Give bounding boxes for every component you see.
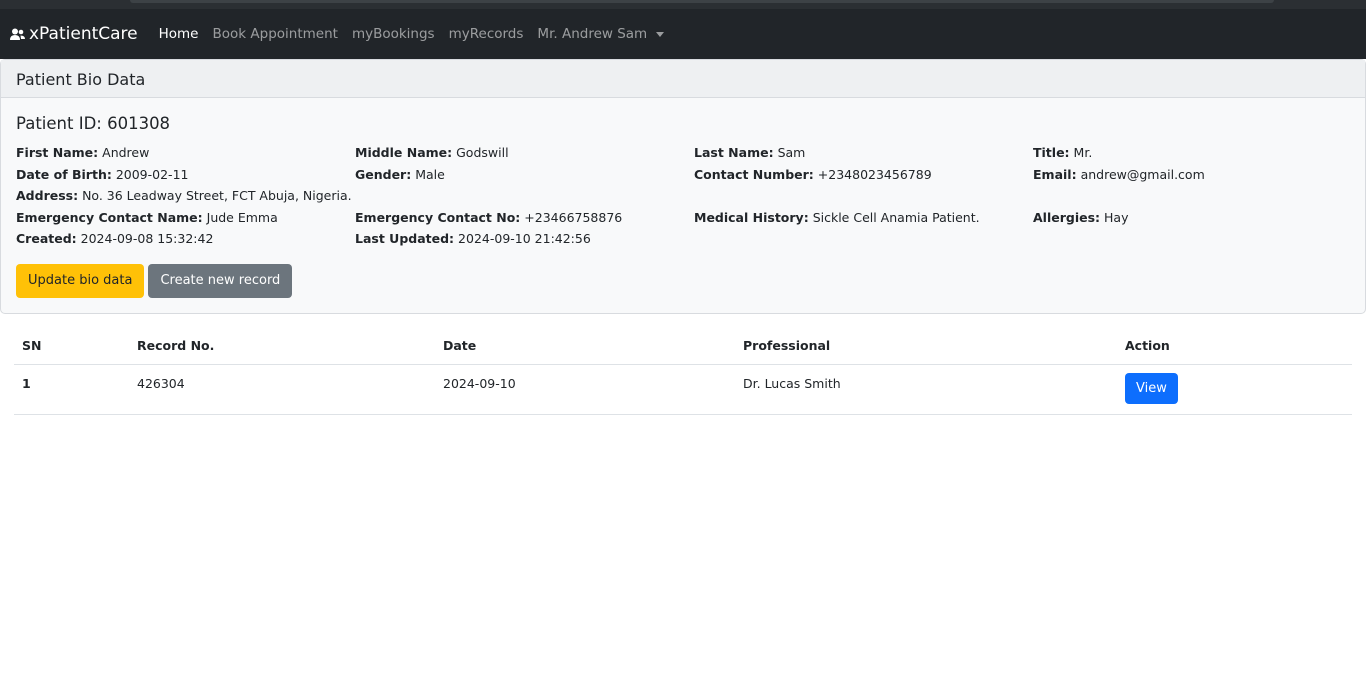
field-emergency-name: Emergency Contact Name: Jude Emma — [16, 209, 355, 227]
field-medical-history: Medical History: Sickle Cell Anamia Pati… — [694, 209, 1033, 227]
field-label: Last Name: — [694, 145, 774, 160]
update-bio-data-button[interactable]: Update bio data — [16, 263, 145, 298]
brand-label: xPatientCare — [29, 24, 138, 44]
records-table: SN Record No. Date Professional Action 1… — [14, 326, 1352, 415]
field-value: +2348023456789 — [817, 166, 932, 182]
field-value: Mr. — [1073, 145, 1093, 160]
field-value: 2024-09-08 15:32:42 — [80, 231, 214, 246]
field-middle-name: Middle Name: Godswill — [355, 144, 694, 162]
field-created: Created: 2024-09-08 15:32:42 — [16, 230, 355, 248]
field-label: Medical History: — [694, 209, 809, 225]
view-button[interactable]: View — [1125, 373, 1178, 404]
field-value: Sam — [777, 145, 806, 160]
field-value: Sickle Cell Anamia Patient. — [812, 209, 980, 225]
col-sn: SN — [14, 326, 129, 365]
field-value: 2009-02-11 — [115, 166, 189, 182]
users-icon — [10, 28, 25, 40]
field-label: Emergency Contact No: — [355, 209, 521, 225]
nav-myrecords[interactable]: myRecords — [449, 26, 524, 42]
nav-book-appointment[interactable]: Book Appointment — [213, 26, 338, 42]
field-value: Male — [415, 166, 445, 182]
field-label: Title: — [1033, 145, 1070, 160]
field-allergies: Allergies: Hay — [1033, 209, 1351, 227]
nav-mybookings[interactable]: myBookings — [352, 26, 435, 42]
field-label: Emergency Contact Name: — [16, 209, 203, 225]
field-value: Hay — [1104, 209, 1129, 225]
cell-professional: Dr. Lucas Smith — [735, 364, 1117, 415]
caret-down-icon — [656, 31, 665, 37]
navbar: xPatientCare Home Book Appointment myBoo… — [0, 9, 1366, 59]
field-address: Address: No. 36 Leadway Street, FCT Abuj… — [16, 187, 1351, 205]
card-actions: Update bio data Create new record — [16, 263, 1350, 298]
field-value: 2024-09-10 21:42:56 — [458, 231, 591, 246]
field-label: Last Updated: — [355, 231, 455, 246]
card-body: Patient ID: 601308 First Name: Andrew Mi… — [1, 98, 1365, 313]
nav-home[interactable]: Home — [159, 26, 199, 42]
field-gender: Gender: Male — [355, 166, 694, 184]
field-last-name: Last Name: Sam — [694, 144, 1033, 162]
user-menu-label: Mr. Andrew Sam — [537, 26, 648, 42]
field-label: Date of Birth: — [16, 166, 112, 182]
col-date: Date — [435, 326, 735, 365]
patient-id: Patient ID: 601308 — [16, 114, 171, 133]
field-value: +23466758876 — [524, 209, 623, 225]
field-email: Email: andrew@gmail.com — [1033, 166, 1351, 184]
field-first-name: First Name: Andrew — [16, 144, 355, 162]
field-value: Andrew — [102, 145, 150, 160]
col-professional: Professional — [735, 326, 1117, 365]
patient-bio-card: Patient Bio Data Patient ID: 601308 Firs… — [0, 59, 1366, 314]
field-dob: Date of Birth: 2009-02-11 — [16, 166, 355, 184]
field-label: Middle Name: — [355, 145, 453, 160]
field-emergency-no: Emergency Contact No: +23466758876 — [355, 209, 694, 227]
field-label: First Name: — [16, 145, 99, 160]
field-label: Address: — [16, 188, 79, 203]
card-header: Patient Bio Data — [1, 60, 1365, 98]
field-value: Jude Emma — [206, 209, 278, 225]
field-label: Contact Number: — [694, 166, 814, 182]
cell-record-no: 426304 — [129, 364, 435, 415]
field-title: Title: Mr. — [1033, 144, 1351, 162]
table-header-row: SN Record No. Date Professional Action — [14, 326, 1352, 365]
cell-sn: 1 — [14, 364, 129, 415]
bio-grid: First Name: Andrew Middle Name: Godswill… — [16, 144, 1350, 248]
cell-action: View — [1117, 364, 1352, 415]
field-updated: Last Updated: 2024-09-10 21:42:56 — [355, 230, 694, 248]
field-contact: Contact Number: +2348023456789 — [694, 166, 1033, 184]
field-value: No. 36 Leadway Street, FCT Abuja, Nigeri… — [82, 188, 352, 203]
browser-tab-bar — [130, 0, 1274, 3]
field-label: Gender: — [355, 166, 412, 182]
user-menu-dropdown[interactable]: Mr. Andrew Sam — [537, 26, 665, 42]
field-value: andrew@gmail.com — [1080, 166, 1205, 182]
field-label: Email: — [1033, 166, 1077, 182]
field-value: Godswill — [456, 145, 509, 160]
create-new-record-button[interactable]: Create new record — [148, 263, 293, 298]
field-label: Created: — [16, 231, 77, 246]
browser-top-strip — [0, 0, 1366, 9]
brand[interactable]: xPatientCare — [10, 24, 138, 44]
col-record-no: Record No. — [129, 326, 435, 365]
table-row: 1 426304 2024-09-10 Dr. Lucas Smith View — [14, 364, 1352, 415]
cell-date: 2024-09-10 — [435, 364, 735, 415]
col-action: Action — [1117, 326, 1352, 365]
field-label: Allergies: — [1033, 209, 1101, 225]
